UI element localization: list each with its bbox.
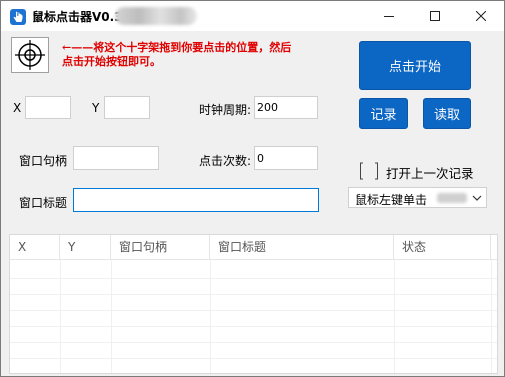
chevron-down-icon xyxy=(472,195,482,201)
last-record-label: 打开上一次记录 xyxy=(386,166,474,181)
window-title: 鼠标点击器V0.3 xyxy=(32,10,123,24)
y-label: Y xyxy=(92,101,100,115)
title-redaction xyxy=(115,7,197,25)
close-icon xyxy=(476,11,486,21)
grid-line xyxy=(394,260,395,373)
close-button[interactable] xyxy=(458,1,504,31)
click-count-label: 点击次数: xyxy=(199,154,252,168)
grid-line xyxy=(491,260,492,373)
minimize-button[interactable] xyxy=(366,1,412,31)
client-area: ←——将这个十字架拖到你要点击的位置，然后点击开始按钮即可。 X Y 时钟周期:… xyxy=(1,31,504,376)
hand-cursor-icon xyxy=(10,9,26,25)
grid-line xyxy=(111,260,112,373)
click-mode-value: 鼠标左键单击 xyxy=(355,193,428,207)
window-handle-label: 窗口句柄 xyxy=(19,154,68,168)
main-window: 鼠标点击器V0.3 ←——将这个十字架拖到你要点击的位置，然后点击开始按钮即可。… xyxy=(0,0,505,377)
clock-period-label: 时钟周期: xyxy=(199,103,252,117)
grid-line xyxy=(10,358,497,359)
table-header: X Y 窗口句柄 窗口标题 状态 xyxy=(10,235,497,260)
last-record-checkbox[interactable] xyxy=(359,162,379,180)
click-mode-select[interactable]: 鼠标左键单击 xyxy=(348,187,487,208)
click-count-field[interactable]: 0 xyxy=(254,146,318,170)
column-header-status[interactable]: 状态 xyxy=(394,235,491,260)
y-field[interactable] xyxy=(104,96,150,119)
column-header-x[interactable]: X xyxy=(10,235,60,260)
window-title-label: 窗口标题 xyxy=(19,196,68,210)
grid-line xyxy=(10,310,497,311)
column-header-title[interactable]: 窗口标题 xyxy=(210,235,394,260)
maximize-button[interactable] xyxy=(412,1,458,31)
record-button[interactable]: 记录 xyxy=(359,98,408,129)
record-table[interactable]: X Y 窗口句柄 窗口标题 状态 xyxy=(9,234,498,374)
x-field[interactable] xyxy=(25,96,71,119)
grid-line xyxy=(10,278,497,279)
minimize-icon xyxy=(384,16,394,17)
grid-line xyxy=(210,260,211,373)
clock-period-field[interactable]: 200 xyxy=(254,96,318,119)
column-header-y[interactable]: Y xyxy=(60,235,111,260)
window-title-field[interactable] xyxy=(73,188,319,212)
grid-line xyxy=(60,260,61,373)
window-handle-field[interactable] xyxy=(73,146,159,170)
column-header-handle[interactable]: 窗口句柄 xyxy=(111,235,210,260)
read-button[interactable]: 读取 xyxy=(423,98,471,129)
grid-line xyxy=(10,326,497,327)
crosshair-icon xyxy=(15,40,45,70)
start-button[interactable]: 点击开始 xyxy=(359,41,471,90)
dropdown-redaction xyxy=(437,193,467,203)
crosshair-drag-target[interactable] xyxy=(11,37,49,73)
grid-line xyxy=(10,342,497,343)
grid-line xyxy=(10,294,497,295)
drag-hint-text: ←——将这个十字架拖到你要点击的位置，然后点击开始按钮即可。 xyxy=(62,41,292,68)
x-label: X xyxy=(13,101,22,115)
title-bar[interactable]: 鼠标点击器V0.3 xyxy=(1,1,504,31)
maximize-icon xyxy=(430,11,440,21)
